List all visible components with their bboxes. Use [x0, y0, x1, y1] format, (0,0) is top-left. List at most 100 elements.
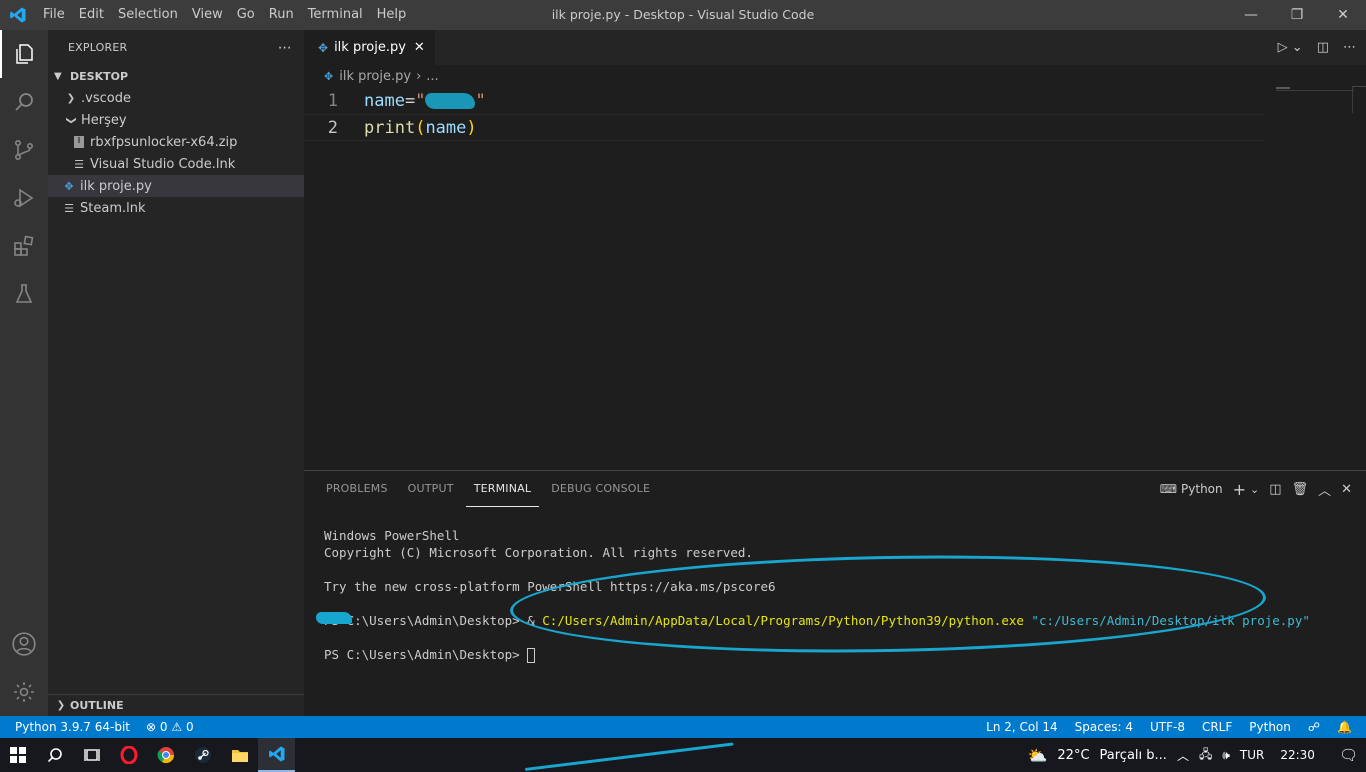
code-token: name: [364, 90, 405, 111]
terminal-blank: [324, 561, 1366, 578]
tree-item-label: Steam.lnk: [80, 200, 146, 216]
add-terminal-icon[interactable]: +: [1233, 480, 1246, 499]
tab-output[interactable]: OUTPUT: [400, 471, 462, 507]
action-center-icon[interactable]: 🗨: [1339, 746, 1358, 764]
warning-count: 0: [185, 720, 194, 734]
settings-gear-icon[interactable]: [0, 668, 48, 716]
testing-icon[interactable]: [0, 270, 48, 318]
taskbar-search-icon[interactable]: [36, 738, 73, 772]
terminal-exe-path: C:/Users/Admin/AppData/Local/Programs/Py…: [542, 613, 1024, 628]
error-icon: ⊗: [146, 720, 157, 734]
tab-problems[interactable]: PROBLEMS: [318, 471, 396, 507]
code-editor[interactable]: 1 name = " " 2 print (name): [304, 87, 1366, 141]
windows-start-icon[interactable]: [0, 738, 36, 772]
network-icon[interactable]: 🖧: [1199, 745, 1212, 766]
menu-run[interactable]: Run: [262, 0, 301, 30]
tree-item-vscode-lnk[interactable]: ☰ Visual Studio Code.lnk: [48, 153, 304, 175]
volume-icon[interactable]: 🕪: [1222, 748, 1230, 763]
chevron-down-icon[interactable]: ⌄: [1250, 483, 1259, 496]
windows-taskbar: ⛅ 22°C Parçalı b... ︿ 🖧 🕪 TUR 22:30 🗨: [0, 738, 1366, 772]
editor-scrollbar[interactable]: [1352, 86, 1366, 113]
python-interpreter[interactable]: Python 3.9.7 64-bit: [15, 720, 130, 734]
tree-item-vscode[interactable]: ❯ .vscode: [48, 87, 304, 109]
tab-terminal[interactable]: TERMINAL: [465, 471, 540, 507]
code-token: (: [415, 117, 426, 138]
task-view-icon[interactable]: [73, 738, 110, 772]
run-file-icon[interactable]: ▷ ⌄: [1278, 40, 1303, 55]
input-language[interactable]: TUR: [1240, 748, 1264, 762]
breadcrumb-more[interactable]: ...: [426, 69, 438, 84]
python-file-icon: ✥: [64, 179, 74, 193]
file-explorer-icon[interactable]: [221, 738, 258, 772]
trash-icon[interactable]: 🗑: [1292, 482, 1309, 497]
menu-selection[interactable]: Selection: [111, 0, 185, 30]
code-token: ): [466, 117, 477, 138]
steam-icon[interactable]: [184, 738, 221, 772]
tree-item-zip[interactable]: rbxfpsunlocker-x64.zip: [48, 131, 304, 153]
feedback-icon[interactable]: ☍: [1308, 720, 1320, 734]
tree-item-steam-lnk[interactable]: ☰ Steam.lnk: [48, 197, 304, 219]
vscode-taskbar-icon[interactable]: [258, 738, 295, 772]
terminal-blank: [324, 595, 1366, 612]
activity-bar: [0, 30, 48, 716]
system-tray: ⛅ 22°C Parçalı b... ︿ 🖧 🕪 TUR 22:30 🗨: [1027, 738, 1358, 772]
chevron-up-icon[interactable]: ︿: [1177, 747, 1189, 764]
close-tab-icon[interactable]: ✕: [414, 40, 425, 55]
maximize-panel-icon[interactable]: ︿: [1318, 480, 1331, 499]
tab-ilk-proje[interactable]: ✥ ilk proje.py ✕: [304, 30, 435, 65]
terminal-cursor: [527, 648, 536, 663]
more-actions-icon[interactable]: ⋯: [1343, 40, 1356, 55]
terminal-output[interactable]: Windows PowerShell Copyright (C) Microsof…: [304, 507, 1366, 693]
menu-file[interactable]: File: [36, 0, 72, 30]
tree-item-ilk-proje[interactable]: ✥ ilk proje.py: [48, 175, 304, 197]
menu-terminal[interactable]: Terminal: [301, 0, 370, 30]
line-number: 1: [327, 90, 338, 111]
tree-item-hersey[interactable]: ❯ Herşey: [48, 109, 304, 131]
notifications-bell-icon[interactable]: 🔔: [1337, 720, 1352, 734]
run-debug-icon[interactable]: [0, 174, 48, 222]
more-actions-icon[interactable]: ⋯: [278, 40, 292, 56]
clock-time[interactable]: 22:30: [1280, 748, 1315, 762]
indentation[interactable]: Spaces: 4: [1075, 720, 1133, 734]
terminal-line: Windows PowerShell: [324, 528, 460, 543]
tab-debug-console[interactable]: DEBUG CONSOLE: [543, 471, 658, 507]
minimize-icon[interactable]: —: [1228, 0, 1274, 30]
weather-icon[interactable]: ⛅: [1027, 746, 1047, 765]
annotation-scribble: [316, 612, 352, 624]
encoding[interactable]: UTF-8: [1150, 720, 1185, 734]
split-editor-icon[interactable]: ◫: [1317, 40, 1329, 55]
close-panel-icon[interactable]: ✕: [1341, 482, 1352, 497]
temperature[interactable]: 22°C: [1057, 748, 1089, 763]
code-token: print: [364, 117, 416, 138]
folder-desktop[interactable]: ▼ DESKTOP: [48, 65, 304, 87]
minimap[interactable]: [1276, 87, 1290, 89]
cursor-position[interactable]: Ln 2, Col 14: [986, 720, 1058, 734]
chrome-browser-icon[interactable]: [147, 738, 184, 772]
weather-text[interactable]: Parçalı b...: [1100, 748, 1167, 763]
warning-icon: ⚠: [171, 720, 183, 734]
terminal-icon: ⌨: [1159, 482, 1178, 496]
problems-indicator[interactable]: ⊗ 0 ⚠ 0: [146, 720, 194, 734]
line-number: 2: [327, 117, 338, 138]
terminal-shell-label[interactable]: Python: [1181, 482, 1223, 496]
close-window-icon[interactable]: ✕: [1320, 0, 1366, 30]
python-file-icon: ✥: [324, 69, 334, 83]
code-token: ": [415, 90, 426, 111]
extensions-icon[interactable]: [0, 222, 48, 270]
line-ending[interactable]: CRLF: [1202, 720, 1232, 734]
menu-help[interactable]: Help: [370, 0, 414, 30]
restore-icon[interactable]: ❐: [1274, 0, 1320, 30]
menu-edit[interactable]: Edit: [72, 0, 111, 30]
opera-browser-icon[interactable]: [110, 738, 147, 772]
breadcrumb-file[interactable]: ilk proje.py: [339, 69, 411, 84]
account-icon[interactable]: [0, 620, 48, 668]
language-mode[interactable]: Python: [1249, 720, 1291, 734]
menu-go[interactable]: Go: [230, 0, 262, 30]
split-terminal-icon[interactable]: ◫: [1269, 482, 1281, 497]
outline-section[interactable]: ❯ OUTLINE: [48, 694, 304, 716]
editor-actions: ▷ ⌄ ◫ ⋯: [1278, 30, 1356, 65]
search-icon[interactable]: [0, 78, 48, 126]
explorer-icon[interactable]: [0, 30, 48, 78]
source-control-icon[interactable]: [0, 126, 48, 174]
menu-view[interactable]: View: [185, 0, 230, 30]
